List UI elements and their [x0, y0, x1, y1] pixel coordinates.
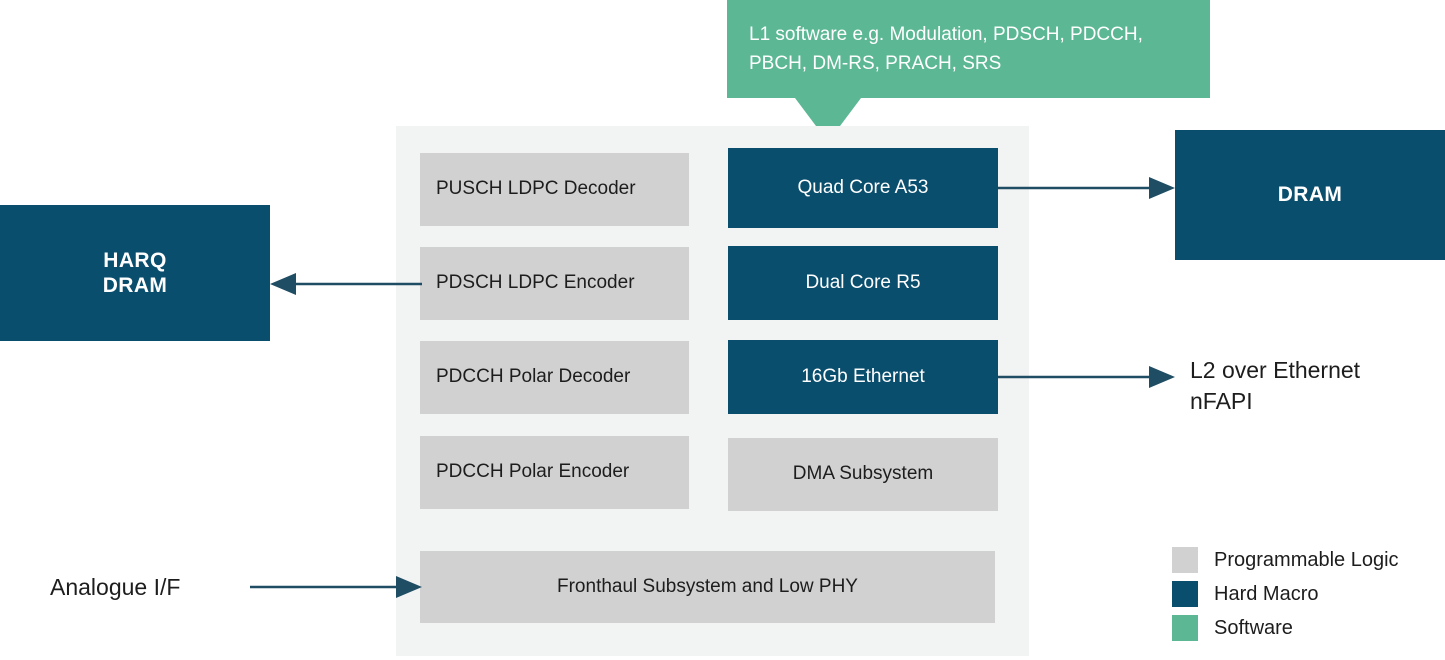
legend-swatch-icon [1172, 615, 1198, 641]
block-pdcch-polar-encoder[interactable]: PDCCH Polar Encoder [420, 436, 689, 509]
block-dma-subsystem[interactable]: DMA Subsystem [728, 438, 998, 511]
arrow-ethernet-to-l2-nfapi [998, 364, 1175, 390]
software-callout-text: L1 software e.g. Modulation, PDSCH, PDCC… [749, 24, 1143, 75]
block-pdsch-ldpc-encoder[interactable]: PDSCH LDPC Encoder [420, 247, 689, 320]
legend-item-programmable-logic: Programmable Logic [1172, 543, 1445, 577]
legend-swatch-icon [1172, 547, 1198, 573]
block-label: HARQ DRAM [102, 248, 168, 297]
block-label: PDCCH Polar Encoder [436, 461, 630, 483]
legend-item-hard-macro: Hard Macro [1172, 577, 1445, 611]
legend-swatch-icon [1172, 581, 1198, 607]
block-harq-dram[interactable]: HARQ DRAM [0, 205, 270, 341]
arrow-analogue-if-to-fronthaul [250, 574, 422, 600]
architecture-diagram: L1 software e.g. Modulation, PDSCH, PDCC… [0, 0, 1445, 660]
block-label: 16Gb Ethernet [801, 365, 925, 387]
label-analogue-if: Analogue I/F [50, 574, 181, 600]
block-pdcch-polar-decoder[interactable]: PDCCH Polar Decoder [420, 341, 689, 414]
arrow-quad-core-to-dram [998, 175, 1175, 201]
legend: Programmable Logic Hard Macro Software [1172, 543, 1445, 645]
legend-label: Software [1214, 616, 1293, 639]
label-l2-over-ethernet-nfapi: L2 over Ethernet nFAPI [1190, 357, 1361, 415]
block-label: PDSCH LDPC Encoder [436, 272, 635, 294]
block-label: Fronthaul Subsystem and Low PHY [557, 575, 858, 597]
block-pusch-ldpc-decoder[interactable]: PUSCH LDPC Decoder [420, 153, 689, 226]
legend-label: Hard Macro [1214, 582, 1319, 605]
block-dual-core-r5[interactable]: Dual Core R5 [728, 246, 998, 320]
block-quad-core-a53[interactable]: Quad Core A53 [728, 148, 998, 228]
arrow-pdsch-encoder-to-harq-dram [270, 271, 422, 297]
legend-item-software: Software [1172, 611, 1445, 645]
block-label: Dual Core R5 [805, 271, 921, 293]
software-callout: L1 software e.g. Modulation, PDSCH, PDCC… [727, 0, 1210, 98]
block-label: DRAM [1277, 183, 1343, 207]
legend-label: Programmable Logic [1214, 548, 1399, 571]
block-dram[interactable]: DRAM [1175, 130, 1445, 260]
block-label: Quad Core A53 [797, 176, 929, 198]
block-label: DMA Subsystem [792, 463, 934, 485]
block-label: PDCCH Polar Decoder [436, 366, 631, 388]
block-label: PUSCH LDPC Decoder [436, 178, 636, 200]
block-16gb-ethernet[interactable]: 16Gb Ethernet [728, 340, 998, 414]
block-fronthaul-subsystem-low-phy[interactable]: Fronthaul Subsystem and Low PHY [420, 551, 995, 623]
